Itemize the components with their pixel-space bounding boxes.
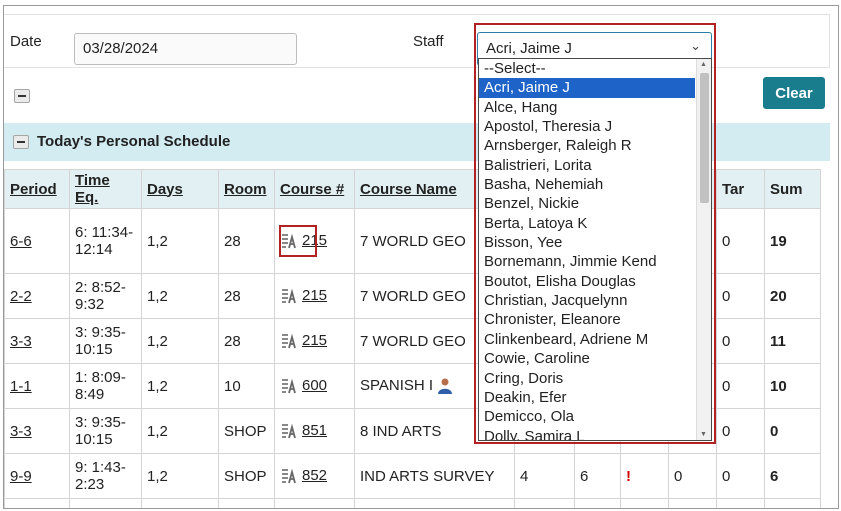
date-label: Date: [10, 33, 42, 50]
course-link[interactable]: 852: [302, 467, 327, 484]
time-cell: 2: 8:52- 9:32: [69, 273, 142, 319]
room-cell: 28: [218, 318, 275, 364]
staff-option[interactable]: Bornemann, Jimmie Kend: [479, 252, 695, 271]
staff-option[interactable]: Balistrieri, Lorita: [479, 156, 695, 175]
room-cell: 28: [218, 273, 275, 319]
clear-button[interactable]: Clear: [763, 77, 825, 109]
days-cell: 1,2: [141, 208, 219, 274]
count-cell: 4: [514, 453, 575, 499]
staff-option[interactable]: Cowie, Caroline: [479, 349, 695, 368]
time-cell: 1: 8:09- 8:49: [69, 363, 142, 409]
time-cell: 3: 9:35- 10:15: [69, 408, 142, 454]
collapse-section-icon[interactable]: [13, 135, 29, 149]
collapse-filters-icon[interactable]: [14, 89, 30, 103]
course-detail-icon[interactable]: [280, 377, 298, 395]
staff-option[interactable]: Alce, Hang: [479, 98, 695, 117]
staff-option[interactable]: Boutot, Elisha Douglas: [479, 272, 695, 291]
period-link[interactable]: 1-1: [10, 378, 32, 395]
date-input[interactable]: 03/28/2024: [74, 33, 297, 65]
staff-option[interactable]: Clinkenbeard, Adriene M: [479, 330, 695, 349]
days-cell: 1,2: [141, 273, 219, 319]
course-detail-icon[interactable]: [280, 422, 298, 440]
staff-option[interactable]: Apostol, Theresia J: [479, 117, 695, 136]
staff-option[interactable]: Dolly, Samira L: [479, 427, 695, 440]
course-link[interactable]: 215: [302, 287, 327, 304]
staff-option[interactable]: Cring, Doris: [479, 369, 695, 388]
room-cell: SHOP: [218, 453, 275, 499]
period-link[interactable]: 3-3: [10, 333, 32, 350]
staff-option[interactable]: Arnsberger, Raleigh R: [479, 136, 695, 155]
staff-dropdown-list[interactable]: --Select-- Acri, Jaime J Alce, Hang Apostol…: [478, 58, 712, 441]
count-cell: 0: [668, 453, 717, 499]
staff-option[interactable]: --Select--: [479, 59, 695, 78]
time-cell: 6: 11:34- 12:14: [69, 208, 142, 274]
sum-cell: 11: [764, 318, 821, 364]
sum-cell: 6: [764, 453, 821, 499]
course-link[interactable]: 600: [302, 377, 327, 394]
tar-cell: 0: [716, 408, 765, 454]
sum-cell: 19: [764, 208, 821, 274]
staff-option[interactable]: Acri, Jaime J: [479, 78, 695, 98]
staff-option[interactable]: Demicco, Ola: [479, 407, 695, 426]
sum-cell: 0: [764, 408, 821, 454]
sum-cell: 20: [764, 273, 821, 319]
staff-option[interactable]: Deakin, Efer: [479, 388, 695, 407]
staff-option[interactable]: Basha, Nehemiah: [479, 175, 695, 194]
col-sum[interactable]: Sum: [764, 169, 821, 209]
schedule-panel: Date 03/28/2024 Staff Acri, Jaime J ⌄ Cl…: [3, 5, 839, 509]
course-link[interactable]: 851: [302, 422, 327, 439]
section-title: Today's Personal Schedule: [37, 133, 231, 150]
days-cell: 1,2: [141, 453, 219, 499]
dropdown-scrollbar[interactable]: ▲ ▼: [696, 59, 711, 440]
staff-option[interactable]: Berta, Latoya K: [479, 214, 695, 233]
tar-cell: 0: [716, 208, 765, 274]
table-row: 9-9 9: 1:43- 2:23 1,2 SHOP 852 IND ARTS …: [4, 453, 821, 499]
period-link[interactable]: 9-9: [10, 468, 32, 485]
room-cell: 28: [218, 208, 275, 274]
course-detail-icon[interactable]: [280, 287, 298, 305]
course-link[interactable]: 215: [302, 332, 327, 349]
staff-label: Staff: [413, 33, 444, 50]
room-cell: SHOP: [218, 408, 275, 454]
scroll-thumb[interactable]: [700, 73, 709, 203]
count-cell: 6: [574, 453, 621, 499]
days-cell: 1,2: [141, 318, 219, 364]
course-detail-icon[interactable]: [280, 467, 298, 485]
scroll-up-icon[interactable]: ▲: [700, 61, 707, 68]
tar-cell: 0: [716, 363, 765, 409]
time-cell: 9: 1:43- 2:23: [69, 453, 142, 499]
staff-option[interactable]: Christian, Jacquelynn: [479, 291, 695, 310]
col-days[interactable]: Days: [141, 169, 219, 209]
tar-cell: 0: [716, 318, 765, 364]
time-cell: 3: 9:35- 10:15: [69, 318, 142, 364]
col-time-eq[interactable]: Time Eq.: [69, 169, 142, 209]
tar-cell: 0: [716, 453, 765, 499]
room-cell: 10: [218, 363, 275, 409]
chevron-down-icon: ⌄: [690, 38, 701, 53]
sum-cell: 10: [764, 363, 821, 409]
course-detail-icon[interactable]: [280, 332, 298, 350]
col-tar[interactable]: Tar: [716, 169, 765, 209]
days-cell: 1,2: [141, 408, 219, 454]
col-course-num[interactable]: Course #: [274, 169, 355, 209]
period-link[interactable]: 2-2: [10, 288, 32, 305]
tar-cell: 0: [716, 273, 765, 319]
col-room[interactable]: Room: [218, 169, 275, 209]
staff-select-value: Acri, Jaime J: [486, 40, 572, 57]
staff-option[interactable]: Benzel, Nickie: [479, 194, 695, 213]
table-row: [4, 498, 821, 508]
period-link[interactable]: 3-3: [10, 423, 32, 440]
alert-icon[interactable]: !: [620, 453, 669, 499]
days-cell: 1,2: [141, 363, 219, 409]
period-link[interactable]: 6-6: [10, 233, 32, 250]
staff-option[interactable]: Chronister, Eleanore: [479, 310, 695, 329]
scroll-down-icon[interactable]: ▼: [700, 431, 707, 438]
course-icon-highlight: [279, 225, 317, 257]
person-icon[interactable]: [437, 377, 453, 395]
staff-option[interactable]: Bisson, Yee: [479, 233, 695, 252]
col-period[interactable]: Period: [4, 169, 70, 209]
course-name-cell: IND ARTS SURVEY: [354, 453, 515, 499]
